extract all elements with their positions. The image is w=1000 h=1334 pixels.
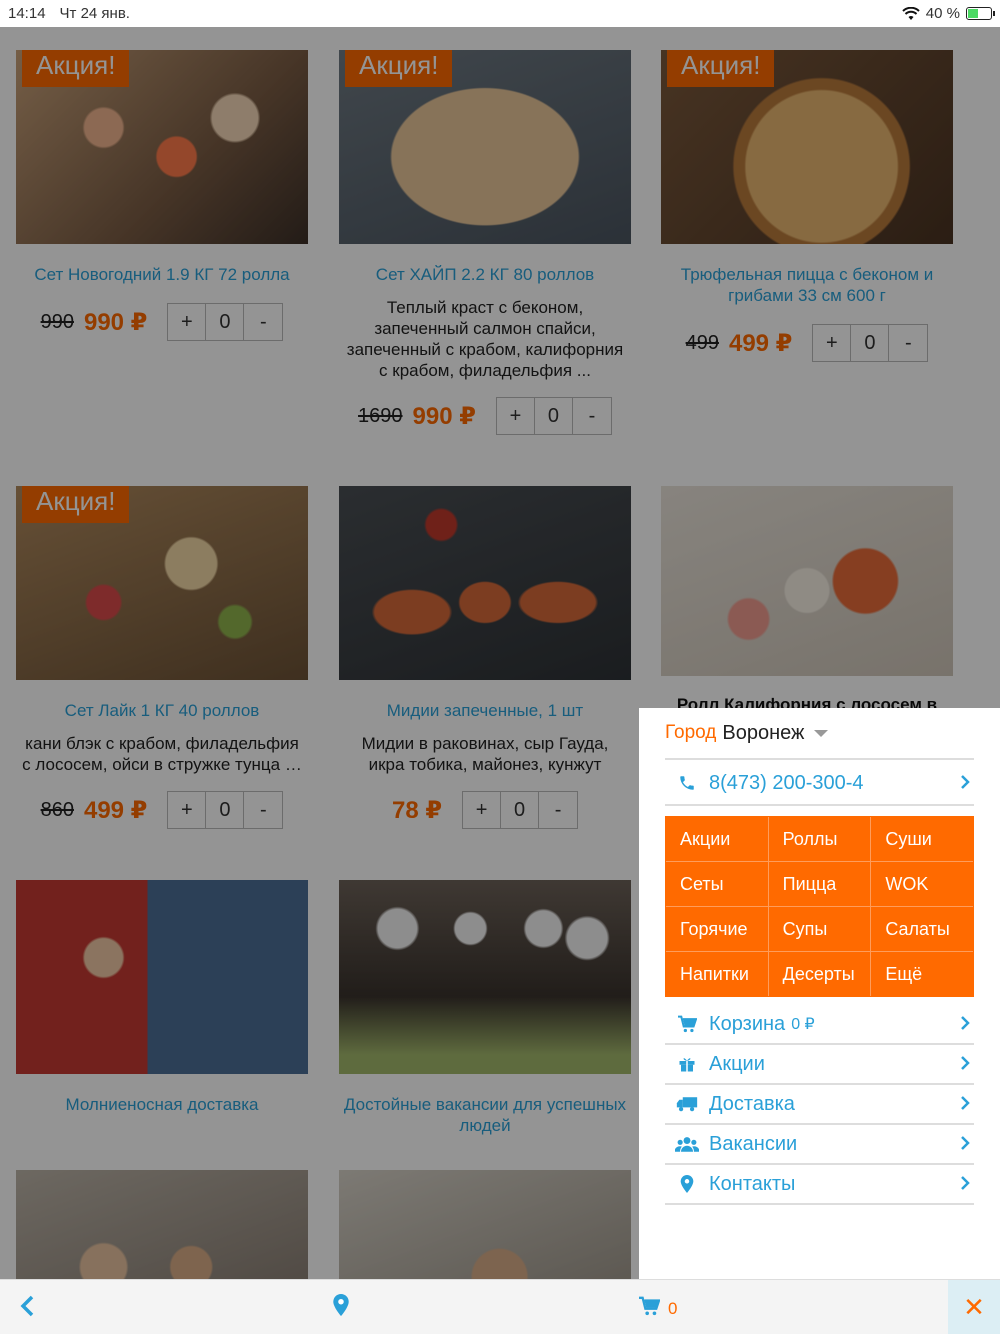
chevron-right-icon [960, 1053, 970, 1076]
chevron-right-icon [960, 772, 970, 795]
cart-total: 0 ₽ [791, 1016, 815, 1033]
city-value: Воронеж [722, 721, 805, 744]
chevron-right-icon [960, 1013, 970, 1036]
category-item[interactable]: WOK [871, 862, 973, 906]
status-bar: 14:14 Чт 24 янв. 40 % [0, 0, 1000, 27]
phone-icon [669, 774, 705, 792]
back-arrow-icon[interactable] [18, 1294, 36, 1323]
battery-percent: 40 % [925, 5, 960, 22]
menu-link-label: Акции [709, 1052, 765, 1075]
category-grid: Акции Роллы Суши Сеты Пицца WOK Горячие … [665, 816, 974, 997]
category-item[interactable]: Сеты [666, 862, 768, 906]
menu-link-label: Контакты [709, 1172, 796, 1195]
category-item[interactable]: Суши [871, 817, 973, 861]
chevron-right-icon [960, 1093, 970, 1116]
battery-icon [966, 7, 995, 20]
status-date: Чт 24 янв. [59, 5, 130, 22]
menu-link-vacancies[interactable]: Вакансии [665, 1125, 974, 1165]
status-right: 40 % [902, 5, 995, 22]
gift-icon [669, 1055, 705, 1073]
side-menu: Город Воронеж 8(473) 200-300-4 Акции Рол… [639, 708, 1000, 1279]
menu-link-label: Вакансии [709, 1132, 798, 1155]
location-pin-icon[interactable] [333, 1294, 349, 1321]
category-item[interactable]: Напитки [666, 952, 768, 996]
cart-count: 0 [668, 1298, 678, 1318]
chevron-right-icon [960, 1173, 970, 1196]
chevron-right-icon [960, 1133, 970, 1156]
city-label: Город [665, 722, 717, 743]
phone-number: 8(473) 200-300-4 [709, 771, 864, 794]
status-time: 14:14 [8, 5, 46, 22]
bottom-bar: 0 ✕ [0, 1279, 1000, 1334]
menu-link-label: Доставка [709, 1092, 795, 1115]
category-item[interactable]: Супы [768, 907, 871, 951]
menu-link-contacts[interactable]: Контакты [665, 1165, 974, 1205]
truck-icon [669, 1095, 705, 1113]
city-selector[interactable]: Город Воронеж [665, 708, 974, 760]
category-item[interactable]: Горячие [666, 907, 768, 951]
category-item[interactable]: Ещё [871, 952, 973, 996]
menu-link-label: Корзина [709, 1012, 786, 1035]
bottom-cart-button[interactable]: 0 [638, 1296, 677, 1321]
cart-icon [669, 1015, 705, 1033]
map-pin-icon [669, 1175, 705, 1193]
menu-link-delivery[interactable]: Доставка [665, 1085, 974, 1125]
phone-link[interactable]: 8(473) 200-300-4 [665, 762, 974, 806]
wifi-icon [902, 6, 920, 20]
users-icon [669, 1135, 705, 1153]
category-item[interactable]: Десерты [768, 952, 871, 996]
category-item[interactable]: Пицца [768, 862, 871, 906]
caret-down-icon [814, 729, 829, 737]
menu-link-promotions[interactable]: Акции [665, 1045, 974, 1085]
category-item[interactable]: Акции [666, 817, 768, 861]
close-menu-button[interactable]: ✕ [948, 1280, 1000, 1334]
category-item[interactable]: Роллы [768, 817, 871, 861]
category-item[interactable]: Салаты [871, 907, 973, 951]
menu-link-cart[interactable]: Корзина 0 ₽ [665, 1005, 974, 1045]
cart-icon [638, 1296, 661, 1321]
